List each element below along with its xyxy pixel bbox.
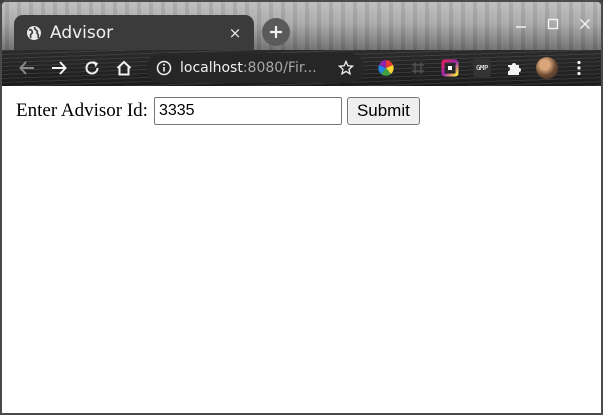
submit-button[interactable]: Submit — [346, 97, 420, 125]
close-icon[interactable]: × — [226, 24, 244, 42]
home-icon — [116, 60, 132, 76]
reload-icon — [85, 61, 99, 75]
globe-icon — [27, 25, 41, 40]
browser-toolbar: localhost:8080/Fir... GMP — [2, 50, 601, 86]
tab-title: Advisor — [50, 22, 114, 43]
tab-advisor[interactable]: Advisor × — [14, 15, 254, 50]
info-icon[interactable] — [156, 60, 172, 76]
tab-strip: Advisor × — [2, 2, 601, 50]
star-icon[interactable] — [338, 60, 354, 76]
back-button[interactable] — [15, 56, 39, 80]
profile-avatar[interactable] — [535, 56, 559, 80]
gmp-label: GMP — [473, 59, 491, 77]
grid-extension-icon[interactable] — [408, 58, 428, 78]
avatar — [536, 57, 558, 79]
puzzle-icon[interactable] — [504, 58, 524, 78]
new-tab-button[interactable] — [262, 18, 290, 46]
menu-button[interactable] — [569, 58, 589, 78]
gmp-icon[interactable]: GMP — [472, 58, 492, 78]
plus-icon — [270, 26, 282, 38]
url-text[interactable]: localhost:8080/Fir... — [180, 59, 328, 77]
window-close-button[interactable] — [571, 12, 599, 36]
arrow-left-icon — [19, 61, 34, 75]
forward-button[interactable] — [47, 56, 71, 80]
window-close-icon — [580, 19, 590, 29]
advisor-form: Enter Advisor Id: Submit — [16, 97, 420, 125]
color-wheel-icon[interactable] — [376, 58, 396, 78]
reload-button[interactable] — [80, 56, 104, 80]
minimize-button[interactable] — [507, 12, 535, 36]
maximize-icon — [547, 18, 559, 30]
gradient-square-icon[interactable] — [440, 58, 460, 78]
url-host: localhost — [180, 60, 243, 76]
url-path: :8080/Fir... — [242, 60, 317, 76]
maximize-button[interactable] — [539, 12, 567, 36]
minimize-icon — [516, 26, 526, 28]
advisor-id-label: Enter Advisor Id: — [16, 100, 148, 121]
advisor-id-input[interactable] — [153, 97, 342, 125]
arrow-right-icon — [52, 61, 67, 75]
home-button[interactable] — [112, 56, 136, 80]
more-vertical-icon — [577, 60, 581, 76]
address-bar[interactable]: localhost:8080/Fir... — [146, 53, 364, 83]
page-content: Enter Advisor Id: Submit — [4, 86, 601, 413]
browser-window: Advisor × localhost:8080/Fir... GMP Ente… — [0, 0, 603, 415]
